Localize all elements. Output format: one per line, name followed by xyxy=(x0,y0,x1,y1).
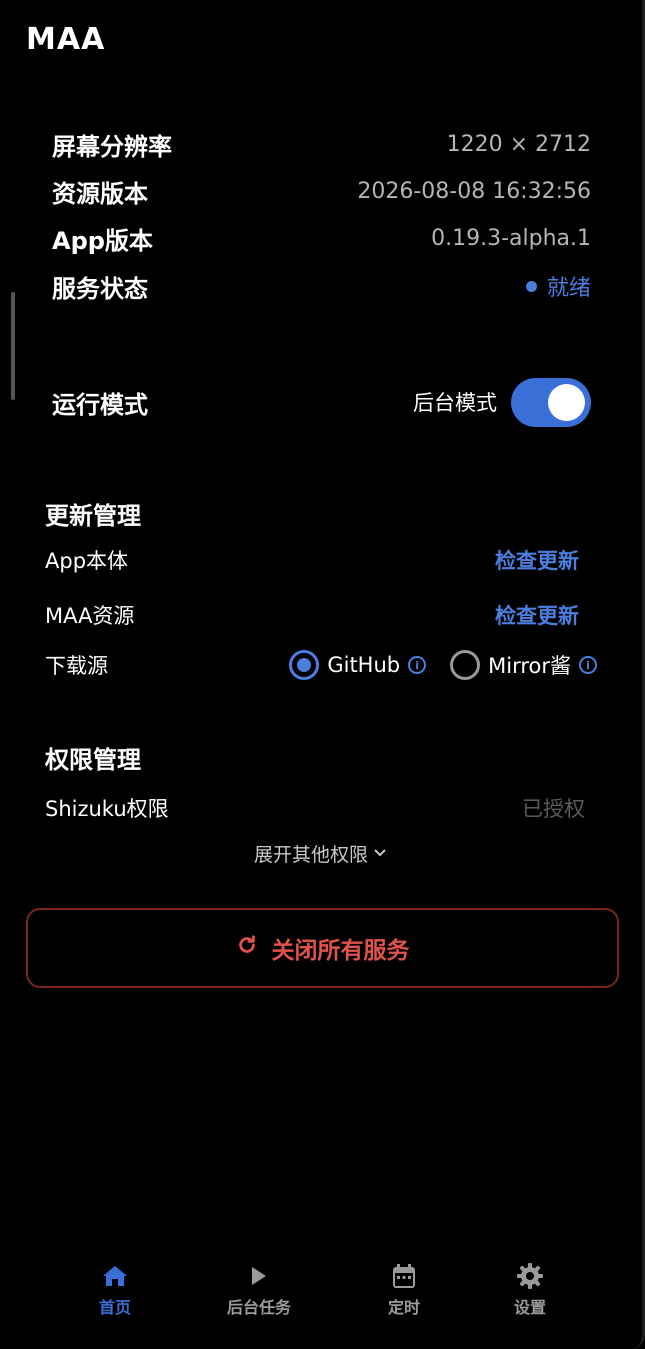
github-label: GitHub xyxy=(327,653,401,677)
nav-settings-label: 设置 xyxy=(513,1298,546,1317)
resource-version-label: 资源版本 xyxy=(52,179,148,208)
mirror-label: Mirror酱 xyxy=(488,654,571,678)
info-row-service-status: 服务状态 就绪 xyxy=(52,268,591,304)
shizuku-row: Shizuku权限 已授权 xyxy=(45,788,585,828)
mirror-radio[interactable] xyxy=(450,650,481,680)
source-option-github[interactable]: GitHub i xyxy=(289,650,427,680)
update-section-title: 更新管理 xyxy=(45,502,141,530)
service-status: 就绪 xyxy=(525,270,591,302)
app-frame: MAA 屏幕分辨率 1220 × 2712 资源版本 2026-08-08 16… xyxy=(0,0,645,1349)
expand-permissions-label: 展开其他权限 xyxy=(253,843,368,866)
run-mode-row: 运行模式 后台模式 xyxy=(52,376,591,428)
run-mode-label: 运行模式 xyxy=(52,390,148,419)
download-source-label: 下载源 xyxy=(45,654,108,678)
nav-home-label: 首页 xyxy=(98,1298,131,1317)
nav-schedule-label: 定时 xyxy=(387,1298,420,1317)
resource-version-value: 2026-08-08 16:32:56 xyxy=(357,178,591,204)
app-version-label: App版本 xyxy=(52,226,153,255)
resource-check-update-button[interactable]: 检查更新 xyxy=(495,600,579,630)
background-mode-toggle[interactable] xyxy=(511,377,591,427)
info-row-resource-version: 资源版本 2026-08-08 16:32:56 xyxy=(52,173,591,209)
toggle-knob xyxy=(548,383,585,421)
chevron-down-icon xyxy=(374,845,386,861)
service-status-value: 就绪 xyxy=(546,276,591,301)
info-icon[interactable]: i xyxy=(579,656,597,674)
run-mode-text: 后台模式 xyxy=(413,391,497,415)
refresh-icon xyxy=(236,934,258,962)
download-source-row: 下载源 GitHub i Mirror酱 i xyxy=(45,644,597,686)
scroll-indicator[interactable] xyxy=(11,292,15,400)
expand-permissions-button[interactable]: 展开其他权限 xyxy=(0,838,640,868)
resource-update-row: MAA资源 检查更新 xyxy=(45,595,579,635)
stop-all-services-label: 关闭所有服务 xyxy=(271,938,410,964)
status-dot-icon xyxy=(525,280,537,292)
info-row-resolution: 屏幕分辨率 1220 × 2712 xyxy=(52,126,591,162)
bottom-nav: 首页 后台任务 定时 设置 xyxy=(0,1262,640,1332)
app-check-update-button[interactable]: 检查更新 xyxy=(495,545,579,575)
resolution-value: 1220 × 2712 xyxy=(446,131,591,157)
github-radio[interactable] xyxy=(289,650,320,680)
nav-background-tasks[interactable]: 后台任务 xyxy=(199,1262,319,1318)
nav-schedule[interactable]: 定时 xyxy=(344,1262,464,1318)
stop-all-services-button[interactable]: 关闭所有服务 xyxy=(26,908,619,988)
info-row-app-version: App版本 0.19.3-alpha.1 xyxy=(52,220,591,256)
app-update-row: App本体 检查更新 xyxy=(45,540,579,580)
nav-settings[interactable]: 设置 xyxy=(470,1262,590,1318)
app-version-value: 0.19.3-alpha.1 xyxy=(431,225,591,251)
nav-background-tasks-label: 后台任务 xyxy=(226,1298,291,1317)
download-source-options: GitHub i Mirror酱 i xyxy=(289,650,597,680)
resource-update-label: MAA资源 xyxy=(45,604,135,628)
permission-section-title: 权限管理 xyxy=(45,746,141,774)
shizuku-label: Shizuku权限 xyxy=(45,797,169,821)
run-mode-control: 后台模式 xyxy=(413,377,591,427)
source-option-mirror[interactable]: Mirror酱 i xyxy=(450,650,597,680)
service-status-label: 服务状态 xyxy=(52,274,148,303)
app-title: MAA xyxy=(26,22,106,57)
info-icon[interactable]: i xyxy=(408,656,427,674)
app-update-label: App本体 xyxy=(45,549,129,573)
nav-home[interactable]: 首页 xyxy=(55,1262,175,1318)
play-icon xyxy=(245,1262,273,1290)
gear-icon xyxy=(516,1262,544,1290)
resolution-label: 屏幕分辨率 xyxy=(52,132,172,161)
shizuku-status: 已授权 xyxy=(522,797,585,821)
home-icon xyxy=(101,1262,129,1290)
calendar-icon xyxy=(390,1262,418,1290)
